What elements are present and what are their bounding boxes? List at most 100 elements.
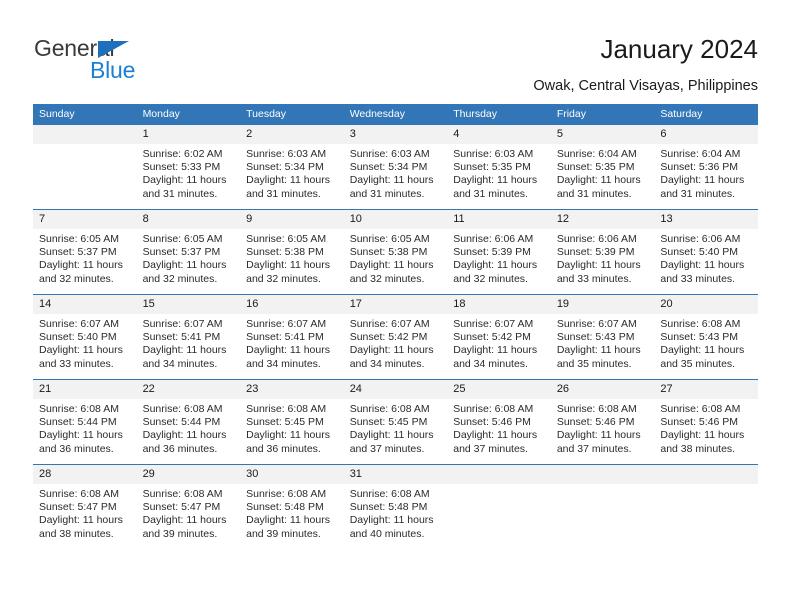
- sunrise-time: Sunrise: 6:05 AM: [349, 233, 430, 245]
- sunset-time: Sunset: 5:35 PM: [556, 161, 635, 174]
- sunrise-time: Sunrise: 6:06 AM: [660, 233, 741, 245]
- calendar-day-cell[interactable]: 10 Sunrise: 6:05 AM Sunset: 5:38 PM Dayligh…: [343, 209, 448, 295]
- calendar-day-cell[interactable]: 21 Sunrise: 6:08 AM Sunset: 5:44 PM Dayligh…: [33, 379, 137, 465]
- daylight-duration-line2: and 33 minutes.: [39, 357, 114, 370]
- daylight-duration-line2: and 34 minutes.: [349, 357, 425, 370]
- calendar-day-cell[interactable]: 23 Sunrise: 6:08 AM Sunset: 5:45 PM Dayligh…: [240, 379, 344, 465]
- daylight-duration-line2: and 32 minutes.: [142, 272, 218, 285]
- daylight-duration-line1: Daylight: 11 hours: [349, 514, 434, 527]
- calendar-day-cell[interactable]: [654, 464, 758, 549]
- calendar-day-cell[interactable]: 2 Sunrise: 6:03 AM Sunset: 5:34 PM Daylight…: [240, 125, 344, 210]
- day-number: 24: [343, 380, 448, 399]
- calendar-day-cell[interactable]: [447, 464, 551, 549]
- daylight-duration-line2: and 32 minutes.: [246, 272, 321, 285]
- sunset-time: Sunset: 5:41 PM: [246, 331, 324, 344]
- sunset-time: Sunset: 5:46 PM: [556, 416, 635, 429]
- sunset-time: Sunset: 5:37 PM: [142, 246, 221, 259]
- calendar-day-cell[interactable]: 29 Sunrise: 6:08 AM Sunset: 5:47 PM Dayligh…: [136, 464, 241, 549]
- day-sun-info: Sunrise: 6:08 AM Sunset: 5:43 PM Daylight:…: [654, 314, 758, 371]
- calendar-day-cell[interactable]: 24 Sunrise: 6:08 AM Sunset: 5:45 PM Dayligh…: [343, 379, 448, 465]
- sunset-time: Sunset: 5:36 PM: [660, 161, 739, 174]
- weekday-header-friday: Friday: [550, 104, 655, 125]
- sunset-time: Sunset: 5:47 PM: [39, 501, 117, 514]
- calendar-day-cell[interactable]: 12 Sunrise: 6:06 AM Sunset: 5:39 PM Dayligh…: [550, 209, 655, 295]
- daylight-duration-line1: Daylight: 11 hours: [453, 429, 538, 442]
- sunrise-time: Sunrise: 6:07 AM: [453, 318, 534, 330]
- calendar-day-cell[interactable]: 14 Sunrise: 6:07 AM Sunset: 5:40 PM Dayligh…: [33, 294, 137, 380]
- daylight-duration-line1: Daylight: 11 hours: [246, 259, 330, 272]
- sunset-time: Sunset: 5:33 PM: [142, 161, 221, 174]
- sunset-time: Sunset: 5:48 PM: [349, 501, 428, 514]
- day-cell-content: 20 Sunrise: 6:08 AM Sunset: 5:43 PM Dayligh…: [654, 295, 758, 379]
- daylight-duration-line1: Daylight: 11 hours: [349, 174, 434, 187]
- day-sun-info: Sunrise: 6:02 AM Sunset: 5:33 PM Daylight:…: [137, 144, 241, 201]
- day-sun-info: Sunrise: 6:08 AM Sunset: 5:46 PM Daylight:…: [654, 399, 758, 456]
- calendar-day-cell[interactable]: 9 Sunrise: 6:05 AM Sunset: 5:38 PM Daylight…: [240, 209, 344, 295]
- general-blue-logo[interactable]: General Blue: [34, 36, 214, 83]
- day-sun-info: Sunrise: 6:06 AM Sunset: 5:39 PM Daylight:…: [551, 229, 655, 286]
- calendar-day-cell[interactable]: 1 Sunrise: 6:02 AM Sunset: 5:33 PM Daylight…: [136, 125, 241, 210]
- sunrise-time: Sunrise: 6:04 AM: [660, 148, 741, 160]
- day-sun-info: Sunrise: 6:05 AM Sunset: 5:38 PM Daylight:…: [240, 229, 344, 286]
- day-number: 6: [654, 125, 758, 144]
- day-number: 12: [550, 210, 655, 229]
- day-sun-info: Sunrise: 6:04 AM Sunset: 5:35 PM Daylight:…: [551, 144, 655, 201]
- day-cell-content: 12 Sunrise: 6:06 AM Sunset: 5:39 PM Dayligh…: [550, 210, 655, 294]
- calendar-day-cell[interactable]: 5 Sunrise: 6:04 AM Sunset: 5:35 PM Daylight…: [550, 125, 655, 210]
- calendar-day-cell[interactable]: 22 Sunrise: 6:08 AM Sunset: 5:44 PM Dayligh…: [136, 379, 241, 465]
- weekday-header-monday: Monday: [136, 104, 241, 125]
- daylight-duration-line1: Daylight: 11 hours: [39, 429, 123, 442]
- calendar-day-cell[interactable]: 13 Sunrise: 6:06 AM Sunset: 5:40 PM Dayligh…: [654, 209, 758, 295]
- day-cell-content: 10 Sunrise: 6:05 AM Sunset: 5:38 PM Dayligh…: [343, 210, 448, 294]
- calendar-day-cell[interactable]: 17 Sunrise: 6:07 AM Sunset: 5:42 PM Dayligh…: [343, 294, 448, 380]
- day-cell-content: 25 Sunrise: 6:08 AM Sunset: 5:46 PM Dayligh…: [447, 380, 551, 464]
- day-cell-content: 1 Sunrise: 6:02 AM Sunset: 5:33 PM Daylight…: [136, 125, 241, 209]
- day-cell-content: 22 Sunrise: 6:08 AM Sunset: 5:44 PM Dayligh…: [136, 380, 241, 464]
- daylight-duration-line1: Daylight: 11 hours: [556, 174, 641, 187]
- sunrise-time: Sunrise: 6:08 AM: [142, 403, 223, 415]
- calendar-page: General Blue January 2024 Owak, Central …: [0, 0, 792, 612]
- calendar-day-cell[interactable]: 31 Sunrise: 6:08 AM Sunset: 5:48 PM Dayligh…: [343, 464, 448, 549]
- sunset-time: Sunset: 5:43 PM: [556, 331, 635, 344]
- calendar-day-cell[interactable]: 26 Sunrise: 6:08 AM Sunset: 5:46 PM Dayligh…: [550, 379, 655, 465]
- calendar-day-cell[interactable]: 6 Sunrise: 6:04 AM Sunset: 5:36 PM Daylight…: [654, 125, 758, 210]
- calendar-day-cell[interactable]: 8 Sunrise: 6:05 AM Sunset: 5:37 PM Daylight…: [136, 209, 241, 295]
- calendar-day-cell[interactable]: 30 Sunrise: 6:08 AM Sunset: 5:48 PM Dayligh…: [240, 464, 344, 549]
- sunrise-time: Sunrise: 6:05 AM: [246, 233, 327, 245]
- daylight-duration-line1: Daylight: 11 hours: [349, 429, 434, 442]
- sunset-time: Sunset: 5:35 PM: [453, 161, 531, 174]
- calendar-day-cell[interactable]: 7 Sunrise: 6:05 AM Sunset: 5:37 PM Daylight…: [33, 209, 137, 295]
- sunrise-time: Sunrise: 6:08 AM: [349, 403, 430, 415]
- day-cell-content: 21 Sunrise: 6:08 AM Sunset: 5:44 PM Dayligh…: [33, 380, 137, 464]
- calendar-day-cell[interactable]: 25 Sunrise: 6:08 AM Sunset: 5:46 PM Dayligh…: [447, 379, 551, 465]
- calendar-day-cell[interactable]: 19 Sunrise: 6:07 AM Sunset: 5:43 PM Dayligh…: [550, 294, 655, 380]
- calendar-day-cell[interactable]: 11 Sunrise: 6:06 AM Sunset: 5:39 PM Dayligh…: [447, 209, 551, 295]
- calendar-day-cell[interactable]: [550, 464, 655, 549]
- daylight-duration-line1: Daylight: 11 hours: [453, 174, 538, 187]
- sunset-time: Sunset: 5:34 PM: [349, 161, 428, 174]
- sunset-time: Sunset: 5:39 PM: [453, 246, 531, 259]
- calendar-day-cell[interactable]: 15 Sunrise: 6:07 AM Sunset: 5:41 PM Dayligh…: [136, 294, 241, 380]
- day-sun-info: Sunrise: 6:06 AM Sunset: 5:40 PM Daylight:…: [654, 229, 758, 286]
- daylight-duration-line1: Daylight: 11 hours: [142, 259, 227, 272]
- calendar-day-cell[interactable]: [33, 125, 137, 210]
- calendar-day-cell[interactable]: 4 Sunrise: 6:03 AM Sunset: 5:35 PM Daylight…: [447, 125, 551, 210]
- day-sun-info: Sunrise: 6:08 AM Sunset: 5:44 PM Daylight:…: [33, 399, 137, 456]
- daylight-duration-line2: and 32 minutes.: [39, 272, 114, 285]
- daylight-duration-line2: and 34 minutes.: [142, 357, 218, 370]
- day-number: 11: [447, 210, 551, 229]
- daylight-duration-line2: and 36 minutes.: [142, 442, 218, 455]
- daylight-duration-line2: and 31 minutes.: [142, 187, 218, 200]
- daylight-duration-line2: and 37 minutes.: [349, 442, 425, 455]
- calendar-day-cell[interactable]: 3 Sunrise: 6:03 AM Sunset: 5:34 PM Daylight…: [343, 125, 448, 210]
- calendar-day-cell[interactable]: 16 Sunrise: 6:07 AM Sunset: 5:41 PM Dayligh…: [240, 294, 344, 380]
- day-sun-info: Sunrise: 6:03 AM Sunset: 5:34 PM Daylight:…: [240, 144, 344, 201]
- calendar-day-cell[interactable]: 20 Sunrise: 6:08 AM Sunset: 5:43 PM Dayligh…: [654, 294, 758, 380]
- sunset-time: Sunset: 5:48 PM: [246, 501, 324, 514]
- calendar-day-cell[interactable]: 28 Sunrise: 6:08 AM Sunset: 5:47 PM Dayligh…: [33, 464, 137, 549]
- daylight-duration-line1: Daylight: 11 hours: [453, 259, 538, 272]
- weekday-header-tuesday: Tuesday: [240, 104, 344, 125]
- day-cell-content: 14 Sunrise: 6:07 AM Sunset: 5:40 PM Dayligh…: [33, 295, 137, 379]
- calendar-day-cell[interactable]: 27 Sunrise: 6:08 AM Sunset: 5:46 PM Dayligh…: [654, 379, 758, 465]
- calendar-day-cell[interactable]: 18 Sunrise: 6:07 AM Sunset: 5:42 PM Dayligh…: [447, 294, 551, 380]
